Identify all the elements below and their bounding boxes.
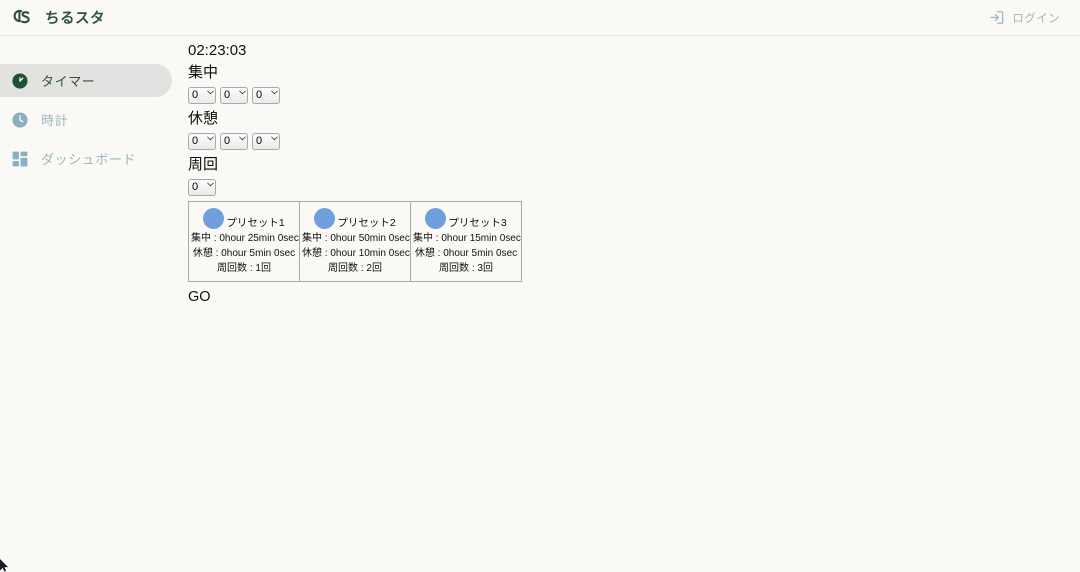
laps-count-select[interactable]: 0 <box>188 179 216 196</box>
preset-rest-line: 休憩 : 0hour 10min 0sec <box>302 248 410 259</box>
rest-minute-select[interactable]: 0 <box>220 133 248 150</box>
app-header: ちるスタ ログイン <box>0 0 1080 36</box>
preset-card[interactable]: プリセット1 集中 : 0hour 25min 0sec 休憩 : 0hour … <box>188 201 300 282</box>
preset-laps-line: 周回数 : 2回 <box>328 263 382 274</box>
preset-laps-line: 周回数 : 1回 <box>217 263 271 274</box>
go-button[interactable]: GO <box>188 287 211 307</box>
focus-select-row: 0 0 0 <box>188 85 1080 104</box>
login-button[interactable]: ログイン <box>988 9 1060 26</box>
preset-color-dot <box>203 208 225 229</box>
focus-label: 集中 <box>188 64 219 81</box>
preset-header: プリセット1 <box>191 206 297 231</box>
rest-label: 休憩 <box>188 110 219 127</box>
preset-color-dot <box>314 208 336 229</box>
brand-title: ちるスタ <box>45 11 105 27</box>
login-arrow-icon <box>988 9 1005 26</box>
preset-color-dot <box>425 208 447 229</box>
main-content: 02:23:03 集中 0 0 0 休憩 0 0 0 周回 0 プリセット1 集… <box>172 37 1080 572</box>
rest-select-row: 0 0 0 <box>188 131 1080 150</box>
sidebar-item-dashboard[interactable]: ダッシュボード <box>0 142 172 175</box>
timer-clock-icon <box>11 72 29 90</box>
focus-second-select[interactable]: 0 <box>252 87 280 104</box>
timer-display: 02:23:03 <box>188 42 247 59</box>
login-label: ログイン <box>1012 12 1060 25</box>
preset-focus-line: 集中 : 0hour 25min 0sec <box>191 233 299 244</box>
cs-monogram-logo <box>9 5 35 31</box>
sidebar-item-timer-label: タイマー <box>41 74 96 89</box>
preset-header: プリセット2 <box>302 206 408 231</box>
preset-laps-line: 周回数 : 3回 <box>439 263 493 274</box>
sidebar-item-dashboard-label: ダッシュボード <box>41 152 137 167</box>
brand[interactable]: ちるスタ <box>9 5 105 31</box>
laps-label: 周回 <box>188 156 219 173</box>
preset-header: プリセット3 <box>413 206 519 231</box>
preset-name: プリセット2 <box>337 217 396 229</box>
sidebar-item-timer[interactable]: タイマー <box>0 64 172 97</box>
focus-minute-select[interactable]: 0 <box>220 87 248 104</box>
preset-list: プリセット1 集中 : 0hour 25min 0sec 休憩 : 0hour … <box>188 201 522 282</box>
preset-name: プリセット1 <box>226 217 285 229</box>
sidebar-item-clock[interactable]: 時計 <box>0 103 172 136</box>
sidebar: タイマー 時計 ダッシュボード <box>0 37 172 572</box>
dashboard-grid-icon <box>11 150 29 168</box>
rest-hour-select[interactable]: 0 <box>188 133 216 150</box>
preset-focus-line: 集中 : 0hour 50min 0sec <box>302 233 410 244</box>
preset-name: プリセット3 <box>448 217 507 229</box>
preset-rest-line: 休憩 : 0hour 5min 0sec <box>192 248 296 259</box>
preset-card[interactable]: プリセット3 集中 : 0hour 15min 0sec 休憩 : 0hour … <box>410 201 522 282</box>
clock-icon <box>11 111 29 129</box>
preset-card[interactable]: プリセット2 集中 : 0hour 50min 0sec 休憩 : 0hour … <box>299 201 411 282</box>
preset-focus-line: 集中 : 0hour 15min 0sec <box>413 233 521 244</box>
preset-rest-line: 休憩 : 0hour 5min 0sec <box>414 248 518 259</box>
focus-hour-select[interactable]: 0 <box>188 87 216 104</box>
laps-select-row: 0 <box>188 177 1080 196</box>
sidebar-item-clock-label: 時計 <box>41 113 69 128</box>
rest-second-select[interactable]: 0 <box>252 133 280 150</box>
